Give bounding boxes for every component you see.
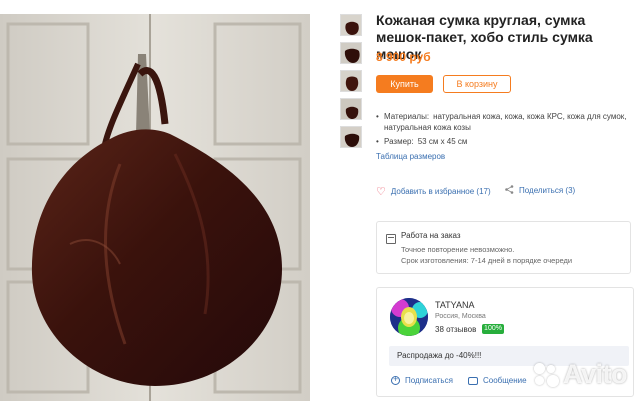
thumbnail-3[interactable] xyxy=(340,70,362,92)
plus-circle-icon xyxy=(391,374,400,385)
made-to-order-box: Работа на заказ Точное повторение невозм… xyxy=(376,221,631,274)
thumbnail-2[interactable] xyxy=(340,42,362,64)
spec-materials: Материалы:натуральная кожа, кожа, кожа К… xyxy=(376,111,638,133)
order-note: Точное повторение невозможно. xyxy=(401,245,515,254)
avito-logo-icon xyxy=(532,361,560,389)
positive-rating-badge: 100% xyxy=(482,324,504,334)
share-link[interactable]: Поделиться (3) xyxy=(505,185,575,196)
product-specs: Материалы:натуральная кожа, кожа, кожа К… xyxy=(376,111,638,150)
thumbnail-4[interactable] xyxy=(340,98,362,120)
thumbnail-5[interactable] xyxy=(340,126,362,148)
subscribe-label: Подписаться xyxy=(405,376,453,385)
order-lead-time: Срок изготовления: 7-14 дней в порядке о… xyxy=(401,256,573,265)
share-label: Поделиться (3) xyxy=(519,186,576,195)
spec-value: 53 см х 45 см xyxy=(417,137,468,146)
chat-icon xyxy=(468,376,478,385)
spec-key: Размер: xyxy=(384,137,414,146)
main-product-photo[interactable] xyxy=(0,14,310,401)
avito-watermark: Avito xyxy=(532,359,628,390)
seller-name[interactable]: TATYANA xyxy=(435,300,475,310)
size-table-link[interactable]: Таблица размеров xyxy=(376,152,445,161)
seller-avatar[interactable] xyxy=(390,298,428,336)
order-title: Работа на заказ xyxy=(401,231,461,240)
message-button[interactable]: Сообщение xyxy=(468,376,527,385)
seller-location: Россия, Москва xyxy=(435,313,486,320)
product-price: 8 900 руб xyxy=(376,50,431,64)
favorites-label: Добавить в избранное (17) xyxy=(390,187,491,196)
spec-size: Размер:53 см х 45 см xyxy=(376,136,638,147)
add-to-cart-button[interactable]: В корзину xyxy=(443,75,511,93)
watermark-text: Avito xyxy=(563,359,628,389)
message-label: Сообщение xyxy=(483,376,527,385)
add-to-favorites[interactable]: ♡ Добавить в избранное (17) xyxy=(376,185,491,198)
thumbnail-1[interactable] xyxy=(340,14,362,36)
share-icon xyxy=(505,185,514,196)
calendar-icon xyxy=(386,234,396,244)
seller-reviews[interactable]: 38 отзывов xyxy=(435,325,476,334)
spec-key: Материалы: xyxy=(384,112,430,121)
thumbnail-strip xyxy=(340,14,364,154)
subscribe-button[interactable]: Подписаться xyxy=(391,374,453,385)
buy-button[interactable]: Купить xyxy=(376,75,433,93)
heart-icon: ♡ xyxy=(376,186,386,198)
